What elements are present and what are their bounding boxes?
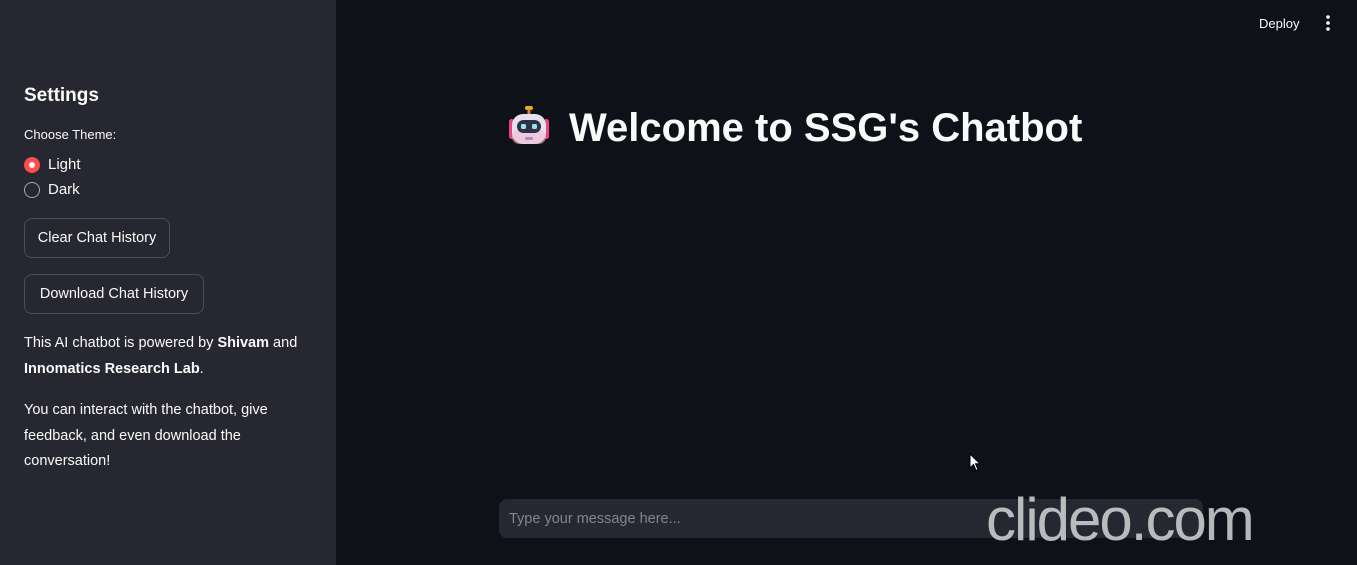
page-title: Welcome to SSG's Chatbot	[569, 105, 1083, 150]
more-vertical-icon[interactable]	[1320, 14, 1336, 32]
about-suffix: .	[199, 360, 204, 377]
title-row: Welcome to SSG's Chatbot	[505, 104, 1082, 152]
sidebar: Settings Choose Theme: Light Dark Clear …	[0, 0, 336, 565]
deploy-button[interactable]: Deploy	[1252, 14, 1306, 33]
theme-option-light[interactable]: Light	[24, 156, 81, 173]
radio-selected-icon[interactable]	[24, 156, 40, 173]
download-chat-history-button[interactable]: Download Chat History	[24, 274, 204, 314]
clear-chat-history-button[interactable]: Clear Chat History	[24, 218, 170, 258]
about-text: This AI chatbot is powered by Shivam and…	[24, 331, 314, 382]
about-name-lab: Innomatics Research Lab	[24, 360, 200, 377]
radio-unselected-icon[interactable]	[24, 181, 40, 198]
theme-option-label: Light	[48, 156, 81, 173]
theme-option-label: Dark	[48, 181, 80, 198]
about-prefix: This AI chatbot is powered by	[24, 335, 218, 351]
info-text: You can interact with the chatbot, give …	[24, 402, 268, 469]
robot-icon	[509, 106, 549, 144]
about-middle: and	[269, 335, 298, 351]
sidebar-title: Settings	[24, 85, 99, 106]
theme-label: Choose Theme:	[24, 127, 117, 142]
app-window: Settings Choose Theme: Light Dark Clear …	[0, 0, 1357, 565]
theme-option-dark[interactable]: Dark	[24, 181, 80, 198]
about-name-shivam: Shivam	[217, 335, 270, 351]
mouse-cursor-icon	[969, 453, 981, 472]
watermark: clideo.com	[986, 486, 1255, 553]
